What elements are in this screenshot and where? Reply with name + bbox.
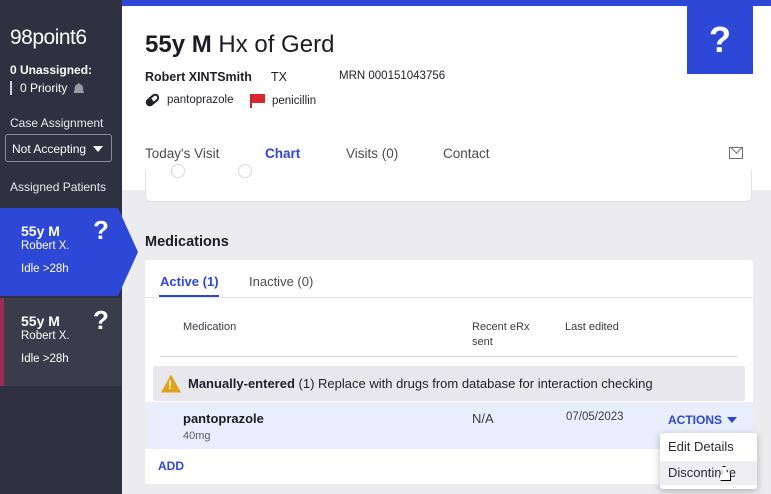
case-assignment-select[interactable]: Not Accepting <box>5 134 112 162</box>
radio-icon <box>171 164 185 178</box>
chevron-down-icon <box>727 417 737 423</box>
patient-status: Idle >28h <box>21 353 69 365</box>
patient-age-sex: 55y M <box>21 313 60 329</box>
medication-dose: 40mg <box>183 430 211 442</box>
actions-menu: Edit Details Discontinue <box>660 433 757 489</box>
patient-card[interactable]: 55y M Robert X. Idle >28h ? <box>0 298 122 386</box>
radio-icon <box>238 164 252 178</box>
medication-tag-label: pantoprazole <box>167 94 234 106</box>
previous-section-card <box>145 164 752 202</box>
column-header-last-edited: Last edited <box>565 321 619 333</box>
pill-icon <box>144 92 161 108</box>
tab-chart[interactable]: Chart <box>265 146 300 161</box>
medication-name: pantoprazole <box>183 411 264 426</box>
patient-full-name: Robert XINTSmith <box>145 70 252 84</box>
warning-bold: Manually-entered <box>188 376 295 391</box>
patient-status: Idle >28h <box>21 263 69 275</box>
recent-erx-value: N/A <box>472 411 494 426</box>
patient-name: Robert X. <box>21 330 70 342</box>
bell-icon <box>73 83 85 93</box>
allergy-tag: penicillin <box>250 94 316 108</box>
medication-tag: pantoprazole <box>144 92 234 108</box>
patient-header: 55y M Hx of Gerd Robert XINTSmith TX MRN… <box>122 6 771 190</box>
priority-label: 0 Priority <box>20 81 68 95</box>
envelope-icon[interactable] <box>729 147 743 159</box>
case-assignment-value: Not Accepting <box>12 142 87 156</box>
patient-mrn: MRN 000151043756 <box>339 70 446 82</box>
actions-button[interactable]: ACTIONS <box>668 413 737 427</box>
title-age-sex: 55y M <box>145 31 212 58</box>
medications-heading: Medications <box>145 234 229 250</box>
chevron-down-icon <box>93 146 103 152</box>
column-header-recent-erx: Recent eRx sent <box>472 321 530 348</box>
menu-item-edit-details[interactable]: Edit Details <box>668 439 734 454</box>
add-medication-button[interactable]: ADD <box>158 459 184 473</box>
actions-label: ACTIONS <box>668 413 722 427</box>
allergy-tag-label: penicillin <box>272 95 317 107</box>
question-mark-icon: ? <box>93 305 109 335</box>
tab-active-medications[interactable]: Active (1) <box>160 274 219 289</box>
patient-age-sex: 55y M <box>21 223 60 239</box>
warning-text: Manually-entered (1) Replace with drugs … <box>188 376 653 391</box>
tab-contact[interactable]: Contact <box>443 146 490 161</box>
tab-inactive-medications[interactable]: Inactive (0) <box>249 274 313 289</box>
question-badge[interactable]: ? <box>687 6 753 74</box>
tab-visits[interactable]: Visits (0) <box>346 146 398 161</box>
unassigned-count: 0 Unassigned: <box>10 63 93 77</box>
title-history: Hx of Gerd <box>211 31 335 58</box>
warning-detail: (1) Replace with drugs from database for… <box>294 376 653 391</box>
manual-entry-warning: Manually-entered (1) Replace with drugs … <box>153 366 745 401</box>
patient-state: TX <box>271 70 287 84</box>
case-assignment-label: Case Assignment <box>10 116 104 130</box>
divider <box>145 297 753 298</box>
divider <box>160 356 738 357</box>
app-logo: 98point6 <box>10 26 87 49</box>
warning-icon <box>161 374 181 393</box>
tab-todays-visit[interactable]: Today's Visit <box>145 146 219 161</box>
flag-icon <box>250 94 265 108</box>
sidebar: 98point6 0 Unassigned: 0 Priority Case A… <box>0 0 138 494</box>
priority-count: 0 Priority <box>10 81 85 95</box>
assigned-patients-label: Assigned Patients <box>10 180 107 194</box>
question-mark-icon: ? <box>93 215 109 245</box>
column-header-medication: Medication <box>183 321 237 333</box>
page-title: 55y M Hx of Gerd <box>145 31 334 59</box>
last-edited-value: 07/05/2023 <box>566 411 624 423</box>
patient-card-active[interactable]: 55y M Robert X. Idle >28h ? <box>0 208 138 296</box>
menu-item-discontinue[interactable]: Discontinue <box>660 461 757 485</box>
patient-name: Robert X. <box>21 240 70 252</box>
